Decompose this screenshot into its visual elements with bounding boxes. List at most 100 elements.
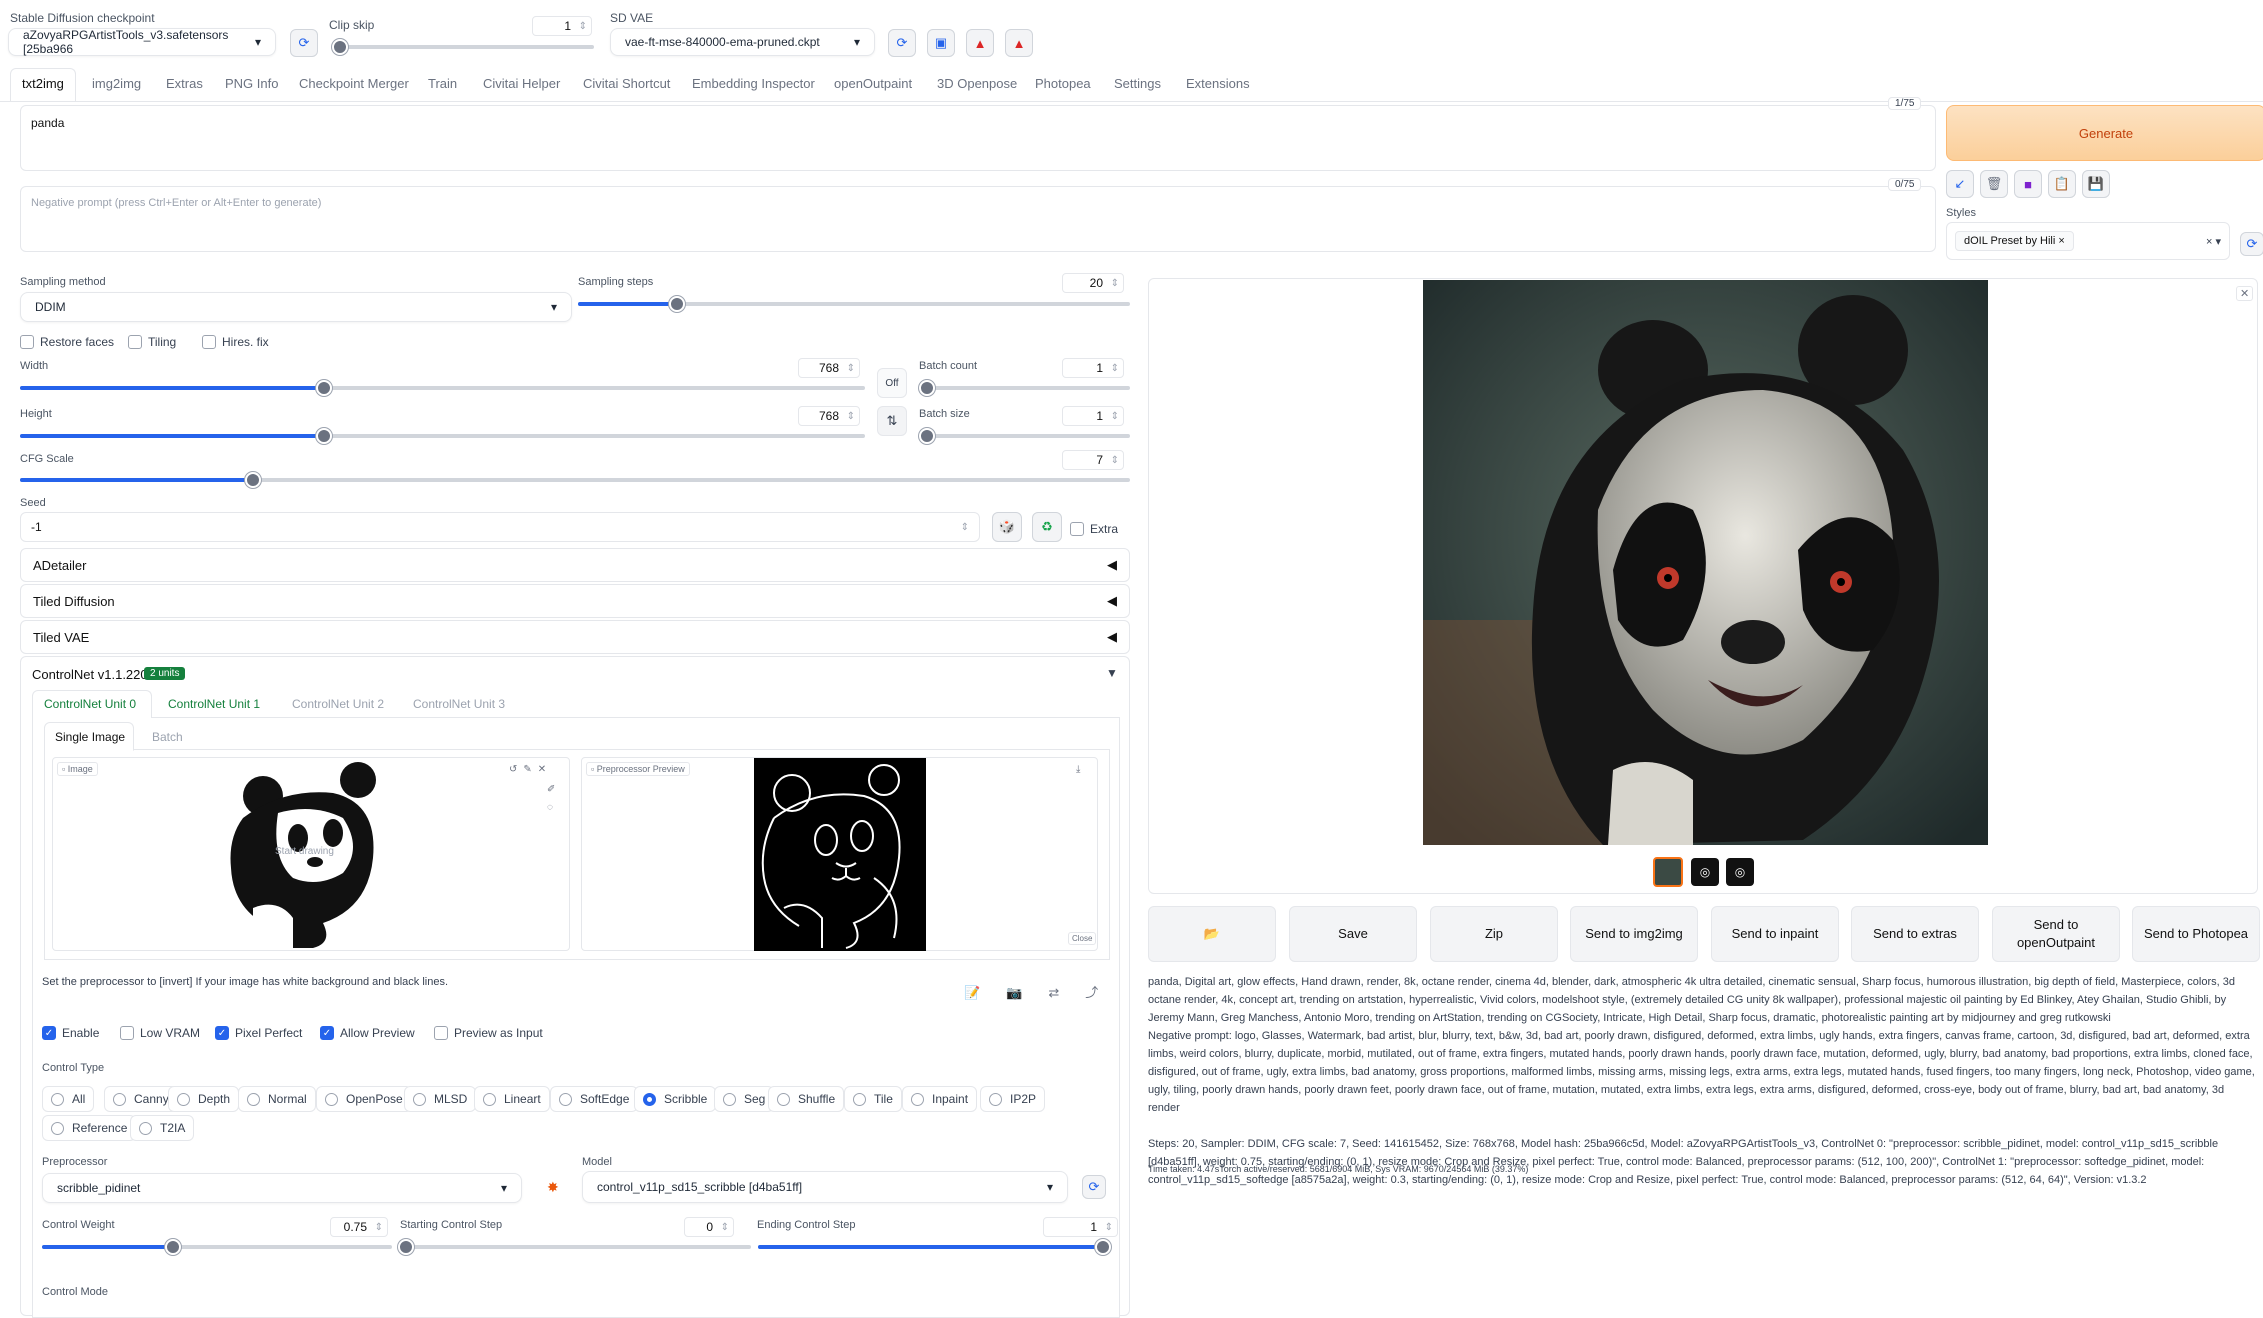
radio-icon[interactable] [51,1092,64,1106]
thumbnail-1[interactable] [1653,857,1683,887]
refresh-icon[interactable]: ⟳ [1082,1175,1106,1199]
ending-step-slider[interactable] [758,1239,1111,1255]
height-input[interactable]: 768 [798,406,860,426]
control-type-mlsd[interactable]: MLSD [404,1086,477,1112]
sampling-steps-slider[interactable] [578,296,1130,312]
clip-skip-input[interactable]: 1 [532,16,592,36]
tab-extras[interactable]: Extras [166,76,203,91]
radio-icon[interactable] [247,1092,260,1106]
prompt-textarea[interactable]: panda [20,105,1936,171]
checkbox-box[interactable] [434,1026,448,1040]
tab-controlnet-unit-0[interactable]: ControlNet Unit 0 [44,697,136,711]
thumbnail-2[interactable]: ◎ [1691,858,1719,886]
control-type-openpose[interactable]: OpenPose [316,1086,412,1112]
close-icon[interactable]: × [2058,235,2064,247]
generate-button[interactable]: Generate [1946,105,2263,161]
control-type-softedge[interactable]: SoftEdge [550,1086,639,1112]
control-type-depth[interactable]: Depth [168,1086,240,1112]
radio-icon[interactable] [853,1092,866,1106]
save-button[interactable]: Save [1289,906,1417,962]
clip-skip-slider[interactable] [332,39,594,55]
tab-civitai-helper[interactable]: Civitai Helper [483,76,560,91]
aspect-lock-button[interactable]: Off [877,368,907,398]
stepper-icon[interactable]: ⇕ [961,522,969,533]
radio-icon[interactable] [777,1092,790,1106]
tab-checkpoint-merger[interactable]: Checkpoint Merger [299,76,409,91]
style-card-icon[interactable]: ■ [2014,170,2042,198]
tiling-checkbox[interactable]: Tiling [128,335,176,349]
checkpoint-select[interactable]: aZovyaRPGArtistTools_v3.safetensors [25b… [8,28,276,56]
control-type-tile[interactable]: Tile [844,1086,902,1112]
tab-train[interactable]: Train [428,76,457,91]
low-vram-checkbox[interactable]: Low VRAM [120,1026,200,1040]
download-icon[interactable]: ⤓ [1076,764,1080,775]
batch-count-input[interactable]: 1 [1062,358,1124,378]
tab-batch[interactable]: Batch [152,730,183,744]
slider-thumb[interactable] [332,39,348,55]
tab-photopea[interactable]: Photopea [1035,76,1091,91]
starting-step-slider[interactable] [398,1239,751,1255]
checkbox-box[interactable] [128,335,142,349]
height-slider[interactable] [20,428,865,444]
controlnet-title[interactable]: ControlNet v1.1.220 [32,667,148,682]
batch-count-slider[interactable] [919,380,1130,396]
extra-checkbox[interactable]: Extra [1070,522,1118,536]
arrow-read-icon[interactable]: ↙ [1946,170,1974,198]
vae-select[interactable]: vae-ft-mse-840000-ema-pruned.ckpt ▾ [610,28,875,56]
restore-faces-checkbox[interactable]: Restore faces [20,335,114,349]
styles-select[interactable]: dOIL Preset by Hili × × ▾ [1946,222,2230,260]
trash-icon[interactable]: 🗑 [1980,170,2008,198]
control-type-scribble[interactable]: Scribble [634,1086,717,1112]
control-type-ip2p[interactable]: IP2P [980,1086,1046,1112]
sampling-steps-input[interactable]: 20 [1062,273,1124,293]
generated-panda-image[interactable] [1423,280,1988,845]
starting-step-input[interactable]: 0 [684,1217,734,1237]
checkbox-box[interactable]: ✓ [42,1026,56,1040]
tab-txt2img[interactable]: txt2img [22,76,64,91]
tab-civitai-shortcut[interactable]: Civitai Shortcut [583,76,670,91]
width-input[interactable]: 768 [798,358,860,378]
tab-3d-openpose[interactable]: 3D Openpose [937,76,1017,91]
tab-single-image[interactable]: Single Image [55,730,125,744]
swap-dimensions-icon[interactable]: ⇅ [877,406,907,436]
zip-button[interactable]: Zip [1430,906,1558,962]
send-to-img2img-button[interactable]: Send to img2img [1570,906,1698,962]
checkbox-box[interactable]: ✓ [320,1026,334,1040]
batch-size-input[interactable]: 1 [1062,406,1124,426]
cfg-slider[interactable] [20,472,1130,488]
radio-icon[interactable] [643,1092,656,1106]
radio-icon[interactable] [559,1092,572,1106]
send-to-extras-button[interactable]: Send to extras [1851,906,1979,962]
save-style-icon[interactable]: 💾 [2082,170,2110,198]
screen-icon[interactable]: ▣ [927,29,955,57]
preprocessor-select[interactable]: scribble_pidinet ▾ [42,1173,522,1203]
pixel-perfect-checkbox[interactable]: ✓ Pixel Perfect [215,1026,302,1040]
tab-img2img[interactable]: img2img [92,76,141,91]
control-weight-slider[interactable] [42,1239,392,1255]
undo-icon[interactable]: ↺✎✕ [509,764,552,775]
run-preprocessor-icon[interactable]: ✸ [547,1179,559,1196]
slider-thumb[interactable] [919,428,935,444]
clear-icon[interactable]: × ▾ [2206,235,2221,248]
radio-icon[interactable] [139,1121,152,1135]
slider-thumb[interactable] [919,380,935,396]
control-type-inpaint[interactable]: Inpaint [902,1086,978,1112]
control-type-canny[interactable]: Canny [104,1086,178,1112]
radio-icon[interactable] [413,1092,426,1106]
slider-thumb[interactable] [245,472,262,488]
negative-prompt-textarea[interactable]: Negative prompt (press Ctrl+Enter or Alt… [20,186,1936,252]
radio-icon[interactable] [483,1092,496,1106]
tab-png-info[interactable]: PNG Info [225,76,278,91]
slider-thumb[interactable] [1095,1239,1111,1255]
civitai-icon[interactable]: ▲ [966,29,994,57]
adetailer-accordion[interactable]: ADetailer ◀ [20,548,1130,582]
seed-input[interactable]: -1 ⇕ [20,512,980,542]
radio-icon[interactable] [177,1092,190,1106]
radio-icon[interactable] [113,1092,126,1106]
tab-extensions[interactable]: Extensions [1186,76,1250,91]
radio-icon[interactable] [325,1092,338,1106]
dice-icon[interactable]: 🎲 [992,512,1022,542]
checkbox-box[interactable] [20,335,34,349]
brush-icon[interactable]: ✐ [547,784,555,795]
slider-thumb[interactable] [669,296,686,312]
